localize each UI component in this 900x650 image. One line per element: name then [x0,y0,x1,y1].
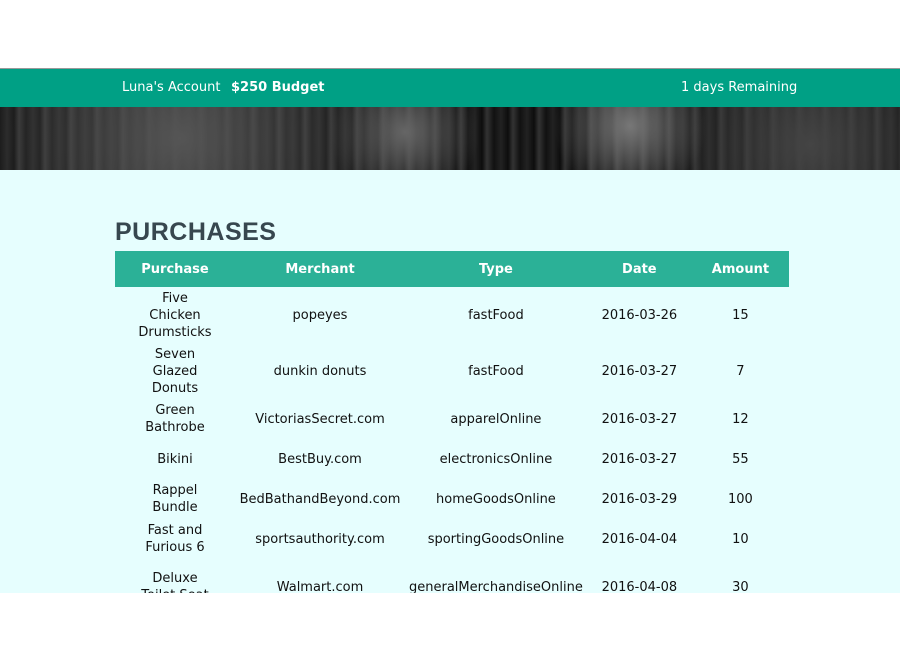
cell-amount: 15 [732,307,749,323]
cell-date: 2016-03-29 [601,491,678,507]
account-label[interactable]: Luna's Account [122,80,220,95]
cell-amount: 100 [728,491,753,507]
table-row: Fast and Furious 6 sportsauthority.com spo… [115,519,789,559]
cell-amount: 10 [732,531,749,547]
page-title: PURCHASES [115,218,277,246]
cell-type: fastFood [468,363,524,379]
table-row: Deluxe Toilet Seat Walmart.com generalMerc… [115,559,789,593]
col-purchase: Purchase [115,251,235,287]
col-type: Type [405,251,587,287]
cell-date: 2016-03-27 [601,363,678,379]
table-header: Purchase Merchant Type Date Amount [115,251,789,287]
cell-merchant: dunkin donuts [273,363,367,379]
cell-purchase: Five Chicken Drumsticks [138,290,212,340]
top-nav-bar: Luna's Account $250 Budget 1 days Remain… [0,68,900,107]
cell-purchase: Bikini [157,451,193,467]
budget-label[interactable]: $250 Budget [231,80,325,95]
cell-purchase: Seven Glazed Donuts [151,346,199,396]
cell-type: sportingGoodsOnline [427,531,565,547]
cell-purchase: Fast and Furious 6 [145,523,205,555]
cell-amount: 30 [732,579,749,594]
cell-amount: 55 [732,451,749,467]
purchases-table: Purchase Merchant Type Date Amount Five … [115,251,789,593]
cell-type: homeGoodsOnline [436,491,556,507]
table-row: Bikini BestBuy.com electronicsOnline 2016-0… [115,439,789,479]
cell-purchase: Rappel Bundle [152,483,198,515]
city-banner-image [0,107,900,170]
cell-purchase: Green Bathrobe [145,403,205,435]
cell-merchant: BestBuy.com [278,451,362,467]
cell-merchant: Walmart.com [276,579,364,594]
cell-amount: 12 [732,411,749,427]
cell-merchant: BedBathandBeyond.com [239,491,401,507]
cell-type: apparelOnline [450,411,542,427]
col-merchant: Merchant [235,251,405,287]
cell-type: generalMerchandiseOnline [409,579,583,594]
cell-date: 2016-03-27 [601,451,678,467]
cell-type: fastFood [468,307,524,323]
table-row: Rappel Bundle BedBathandBeyond.com homeGoo… [115,479,789,519]
cell-merchant: popeyes [292,307,348,323]
cell-purchase: Deluxe Toilet Seat [141,571,208,593]
cell-date: 2016-03-26 [601,307,678,323]
cell-date: 2016-04-04 [601,531,678,547]
col-date: Date [586,251,692,287]
cell-merchant: sportsauthority.com [255,531,385,547]
cell-merchant: VictoriasSecret.com [255,411,385,427]
table-row: Green Bathrobe VictoriasSecret.com apparel… [115,399,789,439]
cell-date: 2016-03-27 [601,411,678,427]
cell-amount: 7 [736,363,745,379]
days-remaining-label: 1 days Remaining [681,80,798,95]
cell-type: electronicsOnline [439,451,553,467]
table-row: Five Chicken Drumsticks popeyes fastFood 20… [115,287,789,343]
main-content: PURCHASES Purchase Merchant Type Date Am… [0,170,900,593]
col-amount: Amount [691,251,789,287]
cell-date: 2016-04-08 [601,579,678,594]
table-row: Seven Glazed Donuts dunkin donuts fastFood… [115,343,789,399]
